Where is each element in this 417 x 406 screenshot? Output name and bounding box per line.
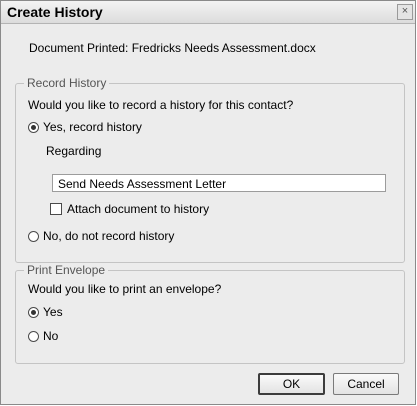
document-printed-text: Document Printed: Fredricks Needs Assess… — [29, 41, 316, 55]
radio-selected-icon — [28, 306, 39, 318]
regarding-input[interactable]: Send Needs Assessment Letter — [52, 174, 386, 192]
attach-document-checkbox[interactable]: Attach document to history — [50, 202, 209, 216]
record-history-group-label: Record History — [24, 76, 110, 90]
print-envelope-no-label: No — [43, 329, 59, 343]
radio-unselected-icon — [28, 330, 39, 342]
print-envelope-group: Print Envelope Would you like to print a… — [15, 263, 405, 364]
ok-button[interactable]: OK — [258, 373, 325, 395]
regarding-value: Send Needs Assessment Letter — [58, 177, 227, 191]
cancel-button[interactable]: Cancel — [333, 373, 399, 395]
print-envelope-question: Would you like to print an envelope? — [28, 282, 222, 296]
attach-document-label: Attach document to history — [67, 202, 210, 216]
print-envelope-yes-radio[interactable]: Yes — [28, 305, 63, 319]
record-history-yes-radio[interactable]: Yes, record history — [28, 120, 142, 134]
radio-selected-icon — [28, 121, 39, 133]
print-envelope-no-radio[interactable]: No — [28, 329, 58, 343]
print-envelope-yes-label: Yes — [43, 305, 63, 319]
record-history-question: Would you like to record a history for t… — [28, 98, 294, 112]
dialog-title: Create History — [7, 4, 103, 20]
checkbox-unchecked-icon — [50, 203, 62, 215]
title-bar: Create History × — [1, 1, 415, 24]
record-history-no-label: No, do not record history — [43, 229, 175, 243]
print-envelope-group-label: Print Envelope — [24, 263, 109, 277]
close-icon[interactable]: × — [397, 4, 413, 20]
record-history-group: Record History Would you like to record … — [15, 76, 405, 263]
radio-unselected-icon — [28, 230, 39, 242]
record-history-no-radio[interactable]: No, do not record history — [28, 229, 174, 243]
record-history-yes-label: Yes, record history — [43, 120, 142, 134]
regarding-label: Regarding — [46, 144, 102, 158]
create-history-dialog: Create History × Document Printed: Fredr… — [0, 0, 416, 405]
